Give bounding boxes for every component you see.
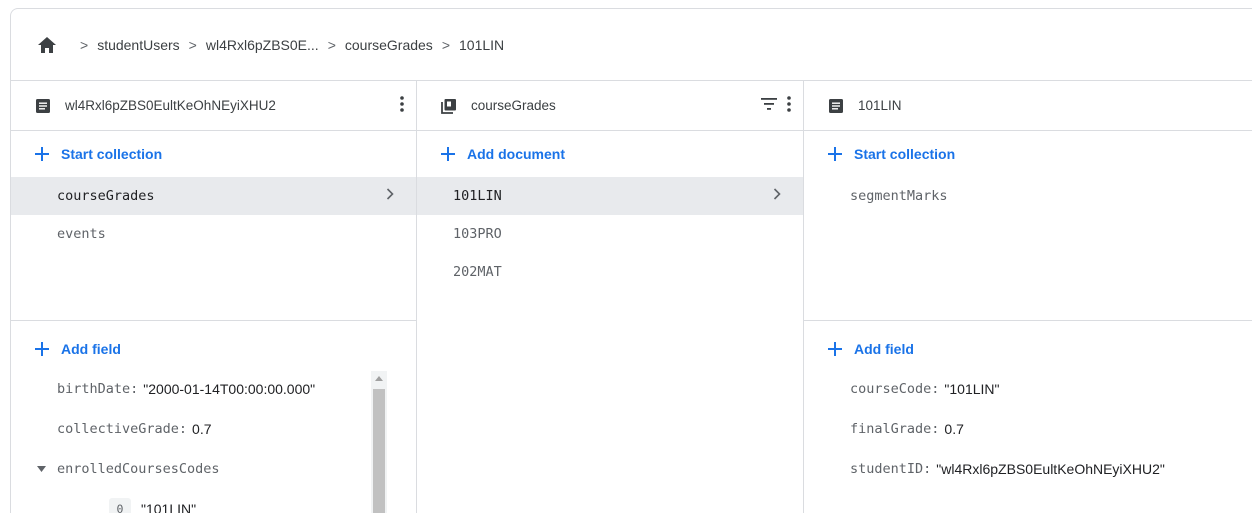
section-divider — [11, 320, 416, 321]
field-list: Add field courseCode: "101LIN" finalGrad… — [804, 329, 1252, 489]
chevron-right-icon: > — [188, 36, 197, 53]
section-divider — [804, 320, 1252, 321]
breadcrumb-item-subcollection[interactable]: courseGrades — [345, 37, 433, 53]
breadcrumb-item-current-document[interactable]: 101LIN — [459, 37, 504, 53]
collection-item-label: courseGrades — [57, 188, 155, 204]
chevron-right-icon — [773, 188, 781, 204]
field-row-coursecode[interactable]: courseCode: "101LIN" — [804, 369, 1252, 409]
document-panel: wl4Rxl6pZBS0EultKeOhNEyiXHU2 Start colle… — [11, 81, 417, 513]
scrollbar-thumb[interactable] — [373, 389, 385, 513]
collection-item-label: events — [57, 226, 106, 242]
plus-icon — [35, 147, 49, 161]
chevron-right-icon: > — [80, 36, 89, 53]
field-key: finalGrade: — [850, 421, 940, 437]
field-key: collectiveGrade: — [57, 421, 188, 437]
field-row-studentid[interactable]: studentID: "wl4Rxl6pZBS0EultKeOhNEyiXHU2… — [804, 449, 1252, 489]
document-item-label: 101LIN — [453, 188, 502, 204]
plus-icon — [828, 147, 842, 161]
field-value: "2000-01-14T00:00:00.000" — [143, 381, 316, 397]
more-vert-icon[interactable] — [400, 96, 404, 115]
expand-triangle-icon[interactable] — [37, 466, 47, 472]
scroll-up-arrow-icon[interactable] — [375, 376, 383, 381]
plus-icon — [35, 342, 49, 356]
start-collection-button[interactable]: Start collection — [11, 131, 416, 177]
add-document-label: Add document — [467, 146, 565, 162]
collection-item-coursegrades[interactable]: courseGrades — [11, 177, 416, 215]
document-panel-title: wl4Rxl6pZBS0EultKeOhNEyiXHU2 — [65, 98, 276, 113]
home-icon[interactable] — [37, 35, 57, 55]
document-item-label: 202MAT — [453, 264, 502, 280]
chevron-right-icon: > — [327, 36, 336, 53]
field-list: Add field birthDate: "2000-01-14T00:00:0… — [11, 329, 416, 513]
collection-panel-header: courseGrades — [417, 81, 803, 131]
field-value: "wl4Rxl6pZBS0EultKeOhNEyiXHU2" — [936, 461, 1165, 477]
field-row-collectivegrade[interactable]: collectiveGrade: 0.7 — [11, 409, 416, 449]
add-document-button[interactable]: Add document — [417, 131, 803, 177]
field-value: 0.7 — [944, 421, 964, 437]
more-vert-icon[interactable] — [787, 96, 791, 115]
collection-panel-title: courseGrades — [471, 98, 556, 113]
array-item-value: "101LIN" — [141, 501, 197, 513]
collection-panel: courseGrades Add document 101LIN 103PRO … — [417, 81, 804, 513]
field-key: birthDate: — [57, 381, 139, 397]
filter-list-icon[interactable] — [761, 98, 777, 113]
chevron-right-icon: > — [441, 36, 450, 53]
breadcrumb-item-document[interactable]: wl4Rxl6pZBS0E... — [206, 37, 319, 53]
start-collection-label: Start collection — [61, 146, 163, 162]
breadcrumb-item-collection[interactable]: studentUsers — [97, 37, 179, 53]
document-icon — [35, 98, 51, 114]
breadcrumb: > studentUsers > wl4Rxl6pZBS0E... > cour… — [11, 9, 1252, 81]
collection-item-events[interactable]: events — [11, 215, 416, 253]
collection-item-segmentmarks[interactable]: segmentMarks — [804, 177, 1252, 215]
plus-icon — [441, 147, 455, 161]
document-item-202mat[interactable]: 202MAT — [417, 253, 803, 291]
document-icon — [828, 98, 844, 114]
document-item-label: 103PRO — [453, 226, 502, 242]
field-key: courseCode: — [850, 381, 940, 397]
add-field-button[interactable]: Add field — [804, 329, 1252, 369]
array-index-badge: 0 — [109, 498, 131, 513]
start-collection-button[interactable]: Start collection — [804, 131, 1252, 177]
field-row-enrolledcoursescodes[interactable]: enrolledCoursesCodes — [11, 449, 416, 489]
field-key: enrolledCoursesCodes — [57, 461, 220, 477]
selected-document-panel: 101LIN Start collection segmentMarks Add… — [804, 81, 1252, 513]
start-collection-label: Start collection — [854, 146, 956, 162]
add-field-label: Add field — [854, 341, 914, 357]
field-row-finalgrade[interactable]: finalGrade: 0.7 — [804, 409, 1252, 449]
firestore-data-viewer: > studentUsers > wl4Rxl6pZBS0E... > cour… — [10, 8, 1252, 513]
field-value: "101LIN" — [944, 381, 1000, 397]
document-item-101lin[interactable]: 101LIN — [417, 177, 803, 215]
add-field-label: Add field — [61, 341, 121, 357]
field-list-scrollbar[interactable] — [371, 371, 387, 513]
field-key: studentID: — [850, 461, 932, 477]
selected-document-panel-title: 101LIN — [858, 98, 902, 113]
add-field-button[interactable]: Add field — [11, 329, 416, 369]
array-item-row[interactable]: 0 "101LIN" — [11, 489, 416, 513]
document-item-103pro[interactable]: 103PRO — [417, 215, 803, 253]
field-row-birthdate[interactable]: birthDate: "2000-01-14T00:00:00.000" — [11, 369, 416, 409]
field-value: 0.7 — [192, 421, 212, 437]
collection-item-label: segmentMarks — [850, 188, 948, 204]
selected-document-panel-header: 101LIN — [804, 81, 1252, 131]
document-panel-header: wl4Rxl6pZBS0EultKeOhNEyiXHU2 — [11, 81, 416, 131]
plus-icon — [828, 342, 842, 356]
chevron-right-icon — [386, 188, 394, 204]
collection-icon — [441, 98, 457, 114]
